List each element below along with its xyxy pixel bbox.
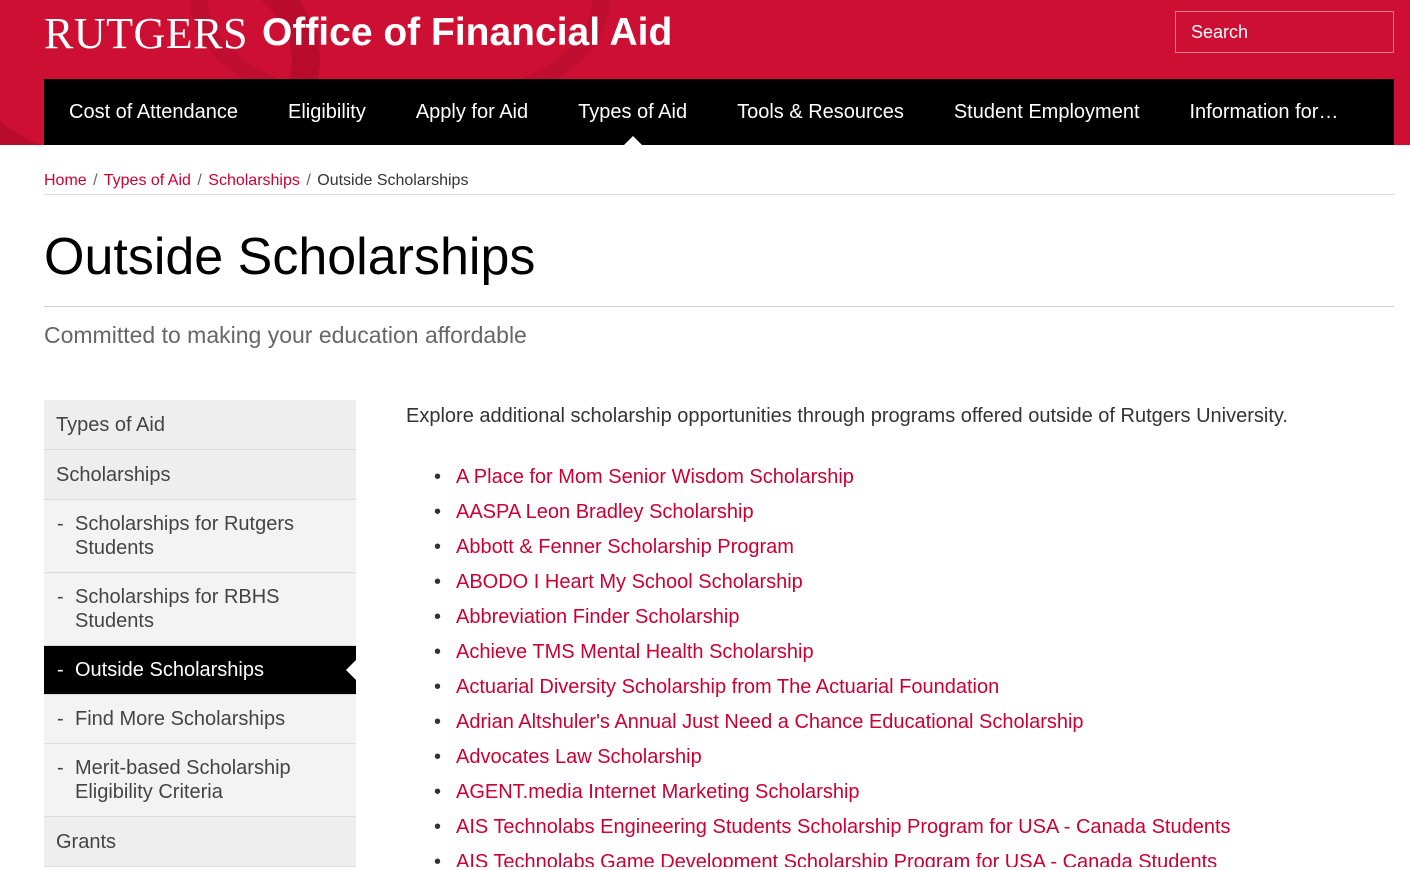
bullet-icon: • <box>434 501 442 523</box>
nav-item-information-for[interactable]: Information for… <box>1165 79 1364 145</box>
breadcrumb-separator: / <box>306 172 311 189</box>
list-item: • ABODO I Heart My School Scholarship <box>406 568 1366 603</box>
sidebar-item-label: Merit-based Scholarship Eligibility Crit… <box>75 757 291 803</box>
breadcrumb-divider <box>44 194 1394 195</box>
sidebar-item-label: Types of Aid <box>56 414 165 436</box>
list-item: • AIS Technolabs Engineering Students Sch… <box>406 813 1366 848</box>
list-item: • Actuarial Diversity Scholarship from Th… <box>406 673 1366 708</box>
scholarship-link[interactable]: AGENT.media Internet Marketing Scholarsh… <box>456 781 860 803</box>
sidebar-item-label: Scholarships <box>56 464 171 486</box>
dash-icon: - <box>57 659 64 681</box>
scholarship-link[interactable]: A Place for Mom Senior Wisdom Scholarshi… <box>456 466 854 488</box>
breadcrumb-separator: / <box>93 172 98 189</box>
bullet-icon: • <box>434 571 442 593</box>
scholarship-link[interactable]: AASPA Leon Bradley Scholarship <box>456 501 754 523</box>
bullet-icon: • <box>434 711 442 733</box>
scholarship-link[interactable]: AIS Technolabs Engineering Students Scho… <box>456 816 1231 838</box>
list-item: • Abbott & Fenner Scholarship Program <box>406 533 1366 568</box>
list-item: • AGENT.media Internet Marketing Scholars… <box>406 778 1366 813</box>
list-item: • AASPA Leon Bradley Scholarship <box>406 498 1366 533</box>
title-divider <box>44 306 1394 307</box>
sidebar-item-label: Outside Scholarships <box>75 659 264 681</box>
nav-item-types-of-aid[interactable]: Types of Aid <box>553 79 712 145</box>
breadcrumb: Home / Types of Aid / Scholarships / Out… <box>44 172 468 190</box>
list-item: • A Place for Mom Senior Wisdom Scholarsh… <box>406 463 1366 498</box>
scholarship-link[interactable]: AIS Technolabs Game Development Scholars… <box>456 851 1217 867</box>
bullet-icon: • <box>434 676 442 698</box>
page-title: Outside Scholarships <box>44 228 536 286</box>
sidebar-item-scholarships-for-rutgers-students[interactable]: - Scholarships for Rutgers Students <box>44 500 356 573</box>
sidebar-item-label: Scholarships for RBHS Students <box>75 586 280 632</box>
sidebar-item-label: Scholarships for Rutgers Students <box>75 513 294 559</box>
sidebar-item-types-of-aid[interactable]: Types of Aid <box>44 400 356 450</box>
breadcrumb-home-link[interactable]: Home <box>44 172 87 189</box>
breadcrumb-current: Outside Scholarships <box>317 172 469 189</box>
site-title[interactable]: Office of Financial Aid <box>262 10 672 56</box>
dash-icon: - <box>57 513 64 535</box>
nav-item-eligibility[interactable]: Eligibility <box>263 79 391 145</box>
sidebar-item-scholarships[interactable]: Scholarships <box>44 450 356 500</box>
list-item: • AIS Technolabs Game Development Scholar… <box>406 848 1366 867</box>
nav-item-student-employment[interactable]: Student Employment <box>929 79 1165 145</box>
nav-item-tools-resources[interactable]: Tools & Resources <box>712 79 929 145</box>
bullet-icon: • <box>434 466 442 488</box>
breadcrumb-separator: / <box>197 172 202 189</box>
scholarship-link[interactable]: Adrian Altshuler's Annual Just Need a Ch… <box>456 711 1084 733</box>
dash-icon: - <box>57 708 64 730</box>
sidebar-nav: Types of Aid Scholarships - Scholarships… <box>44 400 356 867</box>
bullet-icon: • <box>434 641 442 663</box>
sidebar-item-merit-based-eligibility-criteria[interactable]: - Merit-based Scholarship Eligibility Cr… <box>44 744 356 817</box>
breadcrumb-types-of-aid-link[interactable]: Types of Aid <box>104 172 191 189</box>
scholarship-link[interactable]: Achieve TMS Mental Health Scholarship <box>456 641 814 663</box>
sidebar-item-outside-scholarships[interactable]: - Outside Scholarships <box>44 646 356 695</box>
scholarship-link[interactable]: ABODO I Heart My School Scholarship <box>456 571 803 593</box>
nav-item-apply-for-aid[interactable]: Apply for Aid <box>391 79 553 145</box>
sidebar-item-grants[interactable]: Grants <box>44 817 356 867</box>
search-input[interactable] <box>1175 11 1394 53</box>
list-item: • Advocates Law Scholarship <box>406 743 1366 778</box>
scholarship-link[interactable]: Advocates Law Scholarship <box>456 746 702 768</box>
rutgers-logo[interactable]: RUTGERS <box>44 6 248 62</box>
main-nav: Cost of Attendance Eligibility Apply for… <box>44 79 1394 145</box>
dash-icon: - <box>57 586 64 608</box>
list-item: • Adrian Altshuler's Annual Just Need a C… <box>406 708 1366 743</box>
scholarship-list: • A Place for Mom Senior Wisdom Scholarsh… <box>406 463 1366 867</box>
dash-icon: - <box>57 757 64 779</box>
scholarship-link[interactable]: Abbreviation Finder Scholarship <box>456 606 740 628</box>
nav-item-cost-of-attendance[interactable]: Cost of Attendance <box>44 79 263 145</box>
scholarship-link[interactable]: Actuarial Diversity Scholarship from The… <box>456 676 999 698</box>
intro-text: Explore additional scholarship opportuni… <box>406 405 1288 427</box>
sidebar-item-scholarships-for-rbhs-students[interactable]: - Scholarships for RBHS Students <box>44 573 356 646</box>
breadcrumb-scholarships-link[interactable]: Scholarships <box>208 172 300 189</box>
bullet-icon: • <box>434 781 442 803</box>
sidebar-item-label: Find More Scholarships <box>75 708 286 730</box>
bullet-icon: • <box>434 536 442 558</box>
scholarship-link[interactable]: Abbott & Fenner Scholarship Program <box>456 536 794 558</box>
sidebar-item-label: Grants <box>56 831 117 853</box>
bullet-icon: • <box>434 851 442 867</box>
bullet-icon: • <box>434 746 442 768</box>
bullet-icon: • <box>434 816 442 838</box>
list-item: • Achieve TMS Mental Health Scholarship <box>406 638 1366 673</box>
page-tagline: Committed to making your education affor… <box>44 322 527 348</box>
bullet-icon: • <box>434 606 442 628</box>
list-item: • Abbreviation Finder Scholarship <box>406 603 1366 638</box>
sidebar-item-find-more-scholarships[interactable]: - Find More Scholarships <box>44 695 356 744</box>
